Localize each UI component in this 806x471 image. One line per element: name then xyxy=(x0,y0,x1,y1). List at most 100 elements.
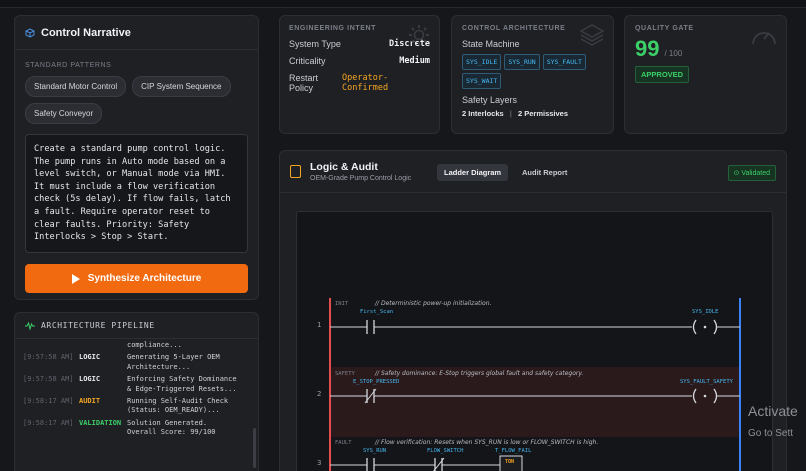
approved-badge: APPROVED xyxy=(635,66,690,83)
synthesize-button[interactable]: Synthesize Architecture xyxy=(25,264,248,293)
pipeline-scrollbar[interactable] xyxy=(253,428,256,468)
narrative-title: Control Narrative xyxy=(41,26,131,39)
rung-comment: // Safety dominance: E-Stop triggers glo… xyxy=(374,370,583,377)
coil-label: SYS_FAULT_SAFETY xyxy=(680,379,734,385)
rung-tag: SAFETY xyxy=(335,371,356,377)
state-tag: SYS_WAIT xyxy=(462,73,502,89)
validated-badge: ⊙ Validated xyxy=(727,165,776,181)
log-message: Generating 5-Layer OEM Architecture... xyxy=(127,353,220,371)
pipeline-header: ARCHITECTURE PIPELINE xyxy=(15,313,258,339)
pipeline-log-list: compliance... [9:57:58 AM] LOGIC Generating… xyxy=(15,339,258,438)
log-message: Enforcing Safety Dominance & Edge-Trigge… xyxy=(127,375,237,393)
os-watermark: Activate xyxy=(748,403,798,419)
log-time: [9:58:17 AM] xyxy=(23,418,74,427)
score-denominator: / 100 xyxy=(664,49,683,58)
play-icon xyxy=(71,273,80,284)
log-time: [9:57:58 AM] xyxy=(23,353,74,362)
timer-label: T_FLOW_FAIL xyxy=(495,448,532,454)
permissives-count: 2 Permissives xyxy=(517,109,569,118)
log-entry: [9:57:58 AM] LOGIC Enforcing Safety Domina… xyxy=(23,375,250,394)
log-entry: [9:57:58 AM] LOGIC Generating 5-Layer OEM … xyxy=(23,353,250,372)
intent-key: Restart Policy xyxy=(289,73,319,93)
os-watermark-sub: Go to Sett xyxy=(748,428,794,439)
rung-number: 2 xyxy=(317,390,321,398)
state-tag: SYS_IDLE xyxy=(462,54,502,70)
architecture-pipeline-panel: ARCHITECTURE PIPELINE compliance... [9:57… xyxy=(14,312,259,471)
logic-audit-panel: Logic & Audit OEM-Grade Pump Control Log… xyxy=(279,150,787,471)
cube-icon xyxy=(25,27,35,38)
layers-icon xyxy=(579,24,605,46)
pattern-chip-cip[interactable]: CIP System Sequence xyxy=(132,76,231,97)
timer-type: TON xyxy=(505,459,514,465)
top-bar xyxy=(0,0,806,8)
log-entry: [9:58:17 AM] VALIDATION Solution Generated… xyxy=(23,419,250,438)
gauge-icon xyxy=(752,32,776,45)
coil-dot xyxy=(703,325,707,329)
state-tag: SYS_FAULT xyxy=(542,54,586,70)
document-icon xyxy=(290,165,301,178)
coil-dot xyxy=(703,394,707,398)
separator: | xyxy=(509,109,512,118)
log-time: [9:57:58 AM] xyxy=(23,375,74,384)
logic-subtitle: OEM-Grade Pump Control Logic xyxy=(310,175,412,182)
log-tag: LOGIC xyxy=(79,375,101,384)
log-message: Running Self-Audit Check (Status: OEM_RE… xyxy=(127,397,229,415)
coil-left xyxy=(692,319,697,335)
coil-right xyxy=(713,319,718,335)
coil-label: SYS_IDLE xyxy=(692,309,719,315)
contact-label: FLOW_SWITCH xyxy=(427,448,463,454)
log-message: compliance... xyxy=(127,341,182,349)
rung-tag: FAULT xyxy=(335,440,352,446)
narrative-header: Control Narrative xyxy=(15,16,258,50)
rung-comment: // Deterministic power-up initialization… xyxy=(374,300,491,307)
gear-icon xyxy=(409,25,429,45)
rung-number: 1 xyxy=(317,321,321,329)
intent-key: System Type xyxy=(289,39,341,49)
score-value: 99 xyxy=(635,36,660,61)
log-tag: VALIDATION xyxy=(79,418,122,427)
control-architecture-card: CONTROL ARCHITECTURE State Machine SYS_I… xyxy=(451,15,614,134)
rung-number: 3 xyxy=(317,459,321,467)
log-entry: [9:58:17 AM] AUDIT Running Self-Audit Chec… xyxy=(23,397,250,416)
narrative-textarea[interactable]: Create a standard pump control logic. Th… xyxy=(25,134,248,253)
ladder-diagram: 1 INIT // Deterministic power-up initial… xyxy=(296,211,773,471)
interlocks-count: 2 Interlocks xyxy=(462,109,504,118)
log-time: [9:58:17 AM] xyxy=(23,397,74,406)
patterns-label: STANDARD PATTERNS xyxy=(25,62,112,69)
engineering-intent-card: ENGINEERING INTENT System Type Discrete … xyxy=(279,15,440,134)
pulse-icon xyxy=(25,321,35,330)
tab-audit-report[interactable]: Audit Report xyxy=(515,164,574,181)
safety-layers-heading: Safety Layers xyxy=(462,95,518,105)
contact-label: SYS_RUN xyxy=(363,448,386,454)
intent-key: Criticality xyxy=(289,56,326,66)
logic-header: Logic & Audit OEM-Grade Pump Control Log… xyxy=(280,151,786,193)
contact-label: First_Scan xyxy=(360,309,393,315)
intent-value: Medium xyxy=(399,56,430,66)
rung-comment: // Flow verification: Resets when SYS_RU… xyxy=(374,439,598,446)
pipeline-title: ARCHITECTURE PIPELINE xyxy=(41,321,155,330)
log-tag: LOGIC xyxy=(79,353,101,362)
safety-layers-summary: 2 Interlocks | 2 Permissives xyxy=(462,109,603,118)
rung-tag: INIT xyxy=(335,301,349,307)
pattern-chip-motor[interactable]: Standard Motor Control xyxy=(25,76,127,97)
tab-ladder-diagram[interactable]: Ladder Diagram xyxy=(437,164,509,181)
pattern-chip-conveyor[interactable]: Safety Conveyor xyxy=(25,103,103,124)
intent-row-criticality: Criticality Medium xyxy=(289,56,430,66)
pattern-chips: Standard Motor Control CIP System Sequen… xyxy=(15,69,258,124)
state-tags: SYS_IDLE SYS_RUN SYS_FAULT SYS_WAIT xyxy=(462,54,603,89)
log-message: Solution Generated. Overall Score: 99/10… xyxy=(127,418,216,437)
intent-value: Operator-Confirmed xyxy=(342,73,389,93)
log-tag: AUDIT xyxy=(79,397,101,406)
logic-title: Logic & Audit xyxy=(310,161,378,173)
safety-rung-bg xyxy=(330,367,740,437)
log-tag xyxy=(79,341,127,350)
synthesize-label: Synthesize Architecture xyxy=(87,273,202,284)
contact-label: E_STOP_PRESSED xyxy=(353,379,399,385)
control-narrative-panel: Control Narrative STANDARD PATTERNS Stan… xyxy=(14,15,259,300)
validated-label: Validated xyxy=(741,170,770,177)
quality-gate-card: QUALITY GATE 99 / 100 APPROVED xyxy=(624,15,787,134)
check-circle-icon: ⊙ xyxy=(733,170,740,177)
ladder-svg: 1 INIT // Deterministic power-up initial… xyxy=(317,298,741,471)
log-entry: compliance... xyxy=(23,341,250,350)
log-time xyxy=(23,341,79,350)
